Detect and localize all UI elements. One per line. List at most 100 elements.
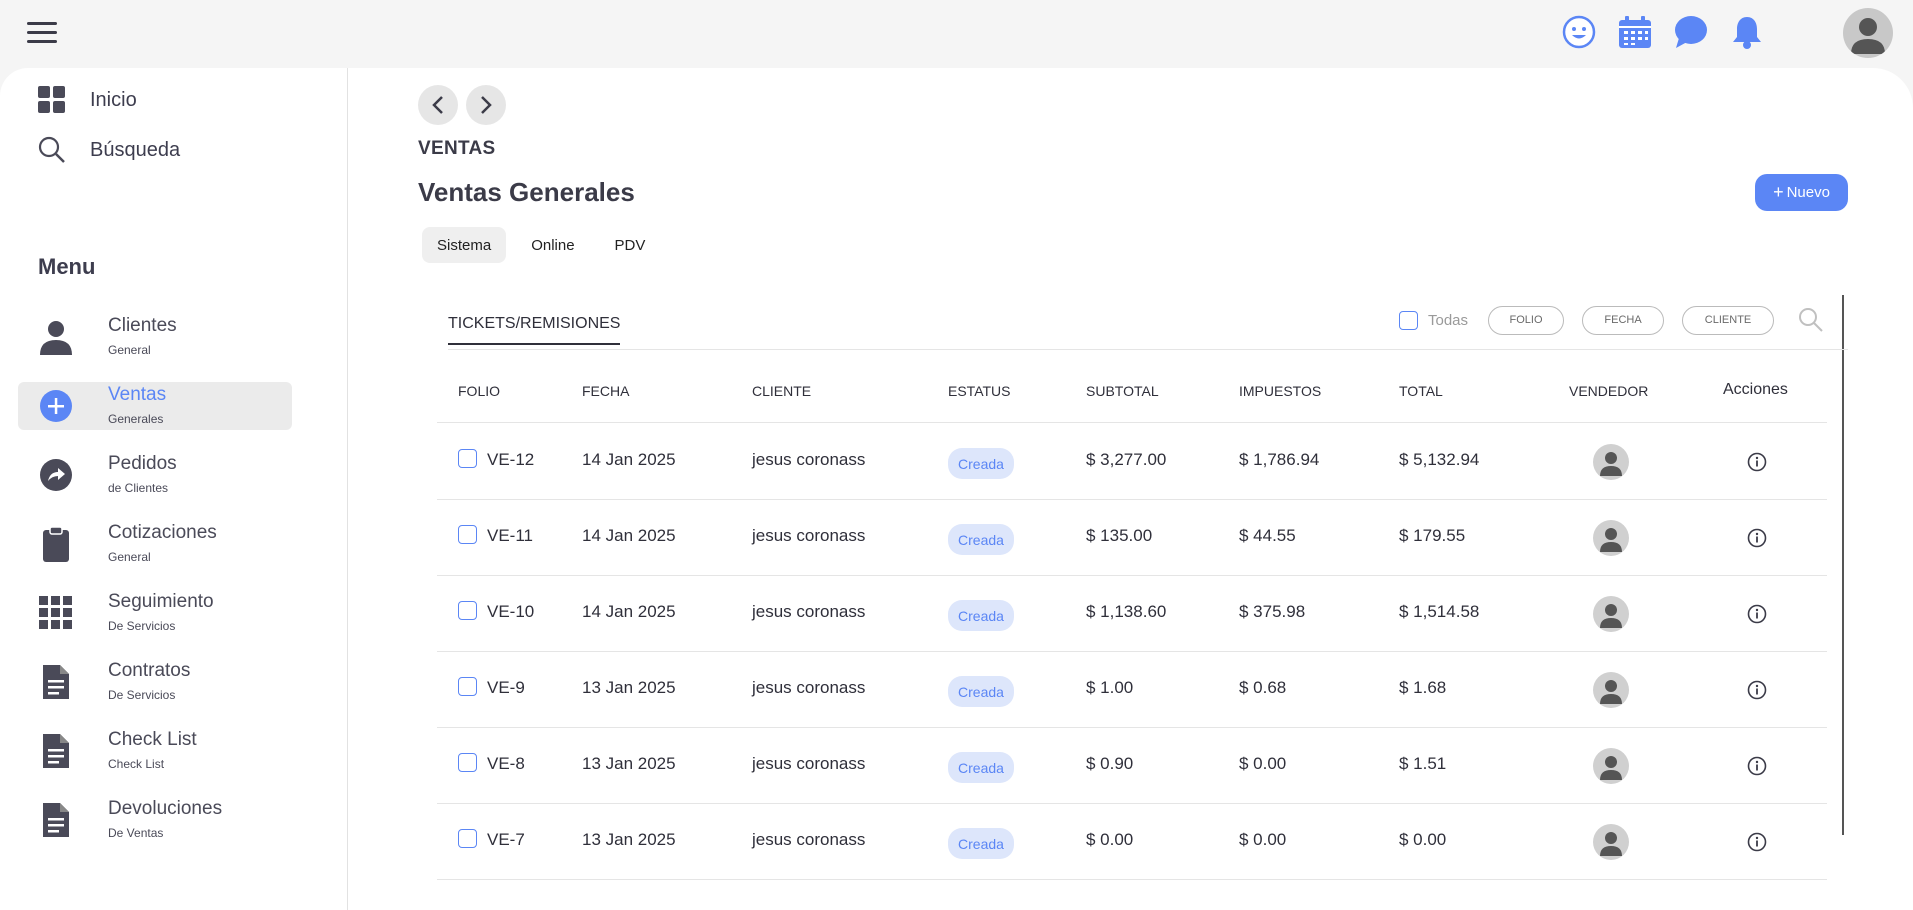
info-icon[interactable] bbox=[1747, 756, 1767, 776]
cell-cliente: jesus coronass bbox=[752, 526, 866, 545]
sidebar-item-ventas[interactable]: Ventas Generales bbox=[18, 382, 292, 430]
calendar-icon[interactable] bbox=[1617, 14, 1653, 50]
info-icon[interactable] bbox=[1747, 680, 1767, 700]
col-subtotal[interactable]: SUBTOTAL bbox=[1086, 383, 1159, 399]
info-icon[interactable] bbox=[1747, 832, 1767, 852]
cell-cliente: jesus coronass bbox=[752, 830, 866, 849]
info-icon[interactable] bbox=[1747, 604, 1767, 624]
sidebar-item-label: Inicio bbox=[90, 88, 137, 111]
sidebar-item-pedidos[interactable]: Pedidos de Clientes bbox=[18, 451, 292, 499]
search-button[interactable] bbox=[1796, 305, 1826, 335]
scrollbar-line[interactable] bbox=[1842, 295, 1844, 835]
smiley-icon[interactable] bbox=[1561, 14, 1597, 50]
back-button[interactable] bbox=[418, 85, 458, 125]
chat-icon[interactable] bbox=[1673, 14, 1709, 50]
document-icon bbox=[38, 664, 74, 700]
tab-sistema[interactable]: Sistema bbox=[422, 227, 507, 263]
nav-sublabel: De Servicios bbox=[108, 688, 176, 702]
cell-folio[interactable]: VE-9 bbox=[487, 678, 525, 698]
row-checkbox[interactable] bbox=[458, 677, 477, 696]
nav-sublabel: General bbox=[108, 343, 151, 357]
status-badge: Creada bbox=[948, 448, 1014, 479]
cell-impuestos: $ 1,786.94 bbox=[1239, 450, 1320, 469]
vendor-avatar bbox=[1593, 748, 1629, 784]
cell-fecha: 14 Jan 2025 bbox=[582, 602, 676, 621]
table-row[interactable]: VE-9 13 Jan 2025 jesus coronass Creada $… bbox=[437, 652, 1827, 728]
vendor-avatar bbox=[1593, 824, 1629, 860]
col-acciones: Acciones bbox=[1723, 381, 1788, 398]
col-total[interactable]: TOTAL bbox=[1399, 383, 1443, 399]
cell-total: $ 1.68 bbox=[1399, 678, 1447, 697]
page-title: Ventas Generales bbox=[418, 177, 635, 207]
cell-subtotal: $ 1,138.60 bbox=[1086, 602, 1167, 621]
col-folio[interactable]: FOLIO bbox=[458, 383, 500, 399]
status-badge: Creada bbox=[948, 600, 1014, 631]
select-all-checkbox[interactable] bbox=[1399, 310, 1418, 330]
sidebar-item-busqueda[interactable]: Búsqueda bbox=[38, 136, 180, 164]
cell-folio[interactable]: VE-12 bbox=[487, 450, 534, 470]
cell-fecha: 13 Jan 2025 bbox=[582, 830, 676, 849]
col-impuestos[interactable]: IMPUESTOS bbox=[1239, 383, 1321, 399]
sidebar-item-devoluciones[interactable]: Devoluciones De Ventas bbox=[18, 796, 292, 844]
user-avatar[interactable] bbox=[1843, 8, 1893, 58]
tab-online[interactable]: Online bbox=[516, 227, 589, 263]
cell-fecha: 14 Jan 2025 bbox=[582, 526, 676, 545]
plus-icon: + bbox=[1773, 182, 1784, 202]
clipboard-icon bbox=[38, 526, 74, 562]
filter-fecha-button[interactable]: FECHA bbox=[1582, 305, 1665, 335]
row-checkbox[interactable] bbox=[458, 525, 477, 544]
info-icon[interactable] bbox=[1747, 528, 1767, 548]
cell-folio[interactable]: VE-7 bbox=[487, 830, 525, 850]
sidebar-item-cotizaciones[interactable]: Cotizaciones General bbox=[18, 520, 292, 568]
nav-label: Seguimiento bbox=[108, 591, 214, 612]
table-row[interactable]: VE-7 13 Jan 2025 jesus coronass Creada $… bbox=[437, 804, 1827, 880]
sidebar-item-clientes[interactable]: Clientes General bbox=[18, 313, 292, 361]
cell-folio[interactable]: VE-11 bbox=[487, 526, 533, 546]
col-estatus[interactable]: ESTATUS bbox=[948, 383, 1011, 399]
status-badge: Creada bbox=[948, 828, 1014, 859]
document-icon bbox=[38, 802, 74, 838]
cell-folio[interactable]: VE-8 bbox=[487, 754, 525, 774]
status-badge: Creada bbox=[948, 752, 1014, 783]
filter-folio-button[interactable]: FOLIO bbox=[1488, 305, 1565, 335]
col-vendedor[interactable]: VENDEDOR bbox=[1569, 383, 1648, 399]
status-badge: Creada bbox=[948, 676, 1014, 707]
nav-label: Pedidos bbox=[108, 453, 177, 474]
cell-folio[interactable]: VE-10 bbox=[487, 602, 534, 622]
cell-cliente: jesus coronass bbox=[752, 678, 866, 697]
row-checkbox[interactable] bbox=[458, 753, 477, 772]
sidebar-item-inicio[interactable]: Inicio bbox=[38, 86, 137, 114]
row-checkbox[interactable] bbox=[458, 601, 477, 620]
sidebar-item-seguimiento[interactable]: Seguimiento De Servicios bbox=[18, 589, 292, 637]
row-checkbox[interactable] bbox=[458, 449, 477, 468]
nav-label: Devoluciones bbox=[108, 798, 223, 819]
tab-pdv[interactable]: PDV bbox=[600, 227, 661, 263]
row-checkbox[interactable] bbox=[458, 829, 477, 848]
cell-impuestos: $ 0.68 bbox=[1239, 678, 1287, 697]
chevron-left-icon bbox=[432, 96, 443, 114]
table-row[interactable]: VE-12 14 Jan 2025 jesus coronass Creada … bbox=[437, 424, 1827, 500]
person-icon bbox=[38, 319, 74, 355]
info-icon[interactable] bbox=[1747, 452, 1767, 472]
hamburger-menu-icon[interactable] bbox=[27, 22, 59, 46]
bell-icon[interactable] bbox=[1729, 14, 1765, 50]
vendor-avatar bbox=[1593, 672, 1629, 708]
forward-button[interactable] bbox=[466, 85, 506, 125]
table-row[interactable]: VE-10 14 Jan 2025 jesus coronass Creada … bbox=[437, 576, 1827, 652]
table-row[interactable]: VE-11 14 Jan 2025 jesus coronass Creada … bbox=[437, 500, 1827, 576]
tab-tickets-remisiones[interactable]: TICKETS/REMISIONES bbox=[448, 315, 621, 345]
cell-total: $ 1.51 bbox=[1399, 754, 1447, 773]
nav-sublabel: De Servicios bbox=[108, 619, 176, 633]
sidebar-item-check-list[interactable]: Check List Check List bbox=[18, 727, 292, 775]
vendor-avatar bbox=[1593, 444, 1629, 480]
new-button[interactable]: + Nuevo bbox=[1755, 174, 1848, 211]
top-bar bbox=[0, 0, 1913, 68]
col-cliente[interactable]: CLIENTE bbox=[752, 383, 811, 399]
sidebar-item-contratos[interactable]: Contratos De Servicios bbox=[18, 658, 292, 706]
section-label: VENTAS bbox=[418, 138, 496, 159]
filter-cliente-button[interactable]: CLIENTE bbox=[1682, 305, 1775, 335]
nav-sublabel: General bbox=[108, 550, 151, 564]
table-row[interactable]: VE-8 13 Jan 2025 jesus coronass Creada $… bbox=[437, 728, 1827, 804]
vendor-avatar bbox=[1593, 596, 1629, 632]
col-fecha[interactable]: FECHA bbox=[582, 383, 629, 399]
